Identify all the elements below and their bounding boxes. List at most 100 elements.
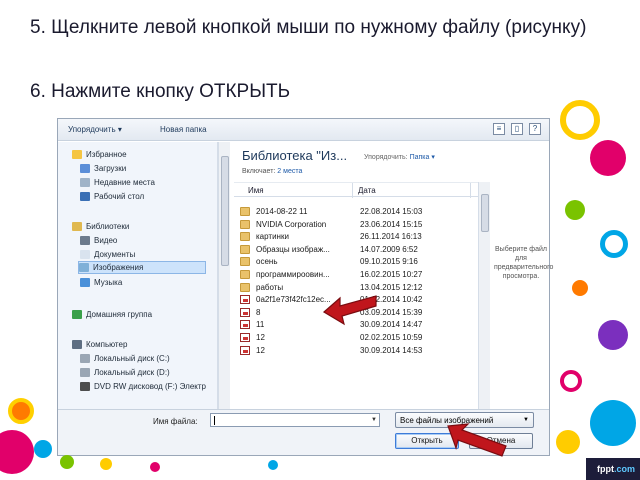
decorative-circle <box>598 320 628 350</box>
image-file-icon <box>240 320 250 330</box>
nav-computer[interactable]: Компьютер <box>72 338 127 351</box>
column-separator[interactable] <box>470 183 471 198</box>
image-file-icon <box>240 295 250 305</box>
column-date[interactable]: Дата <box>358 186 376 195</box>
decorative-circle <box>150 462 160 472</box>
star-icon <box>72 150 82 159</box>
folder-icon <box>240 282 250 292</box>
file-row[interactable]: Образцы изображ... 14.07.2009 6:52 <box>240 244 476 256</box>
view-options-icon[interactable]: ≡ <box>493 123 505 135</box>
decorative-circle <box>572 280 588 296</box>
file-name: NVIDIA Corporation <box>256 219 327 229</box>
pointer-arrow-open <box>447 423 507 457</box>
file-name: 2014-08-22 11 <box>256 207 308 216</box>
chevron-down-icon[interactable]: ▼ <box>371 417 377 423</box>
file-date: 23.06.2014 15:15 <box>360 219 423 229</box>
documents-icon <box>80 250 90 259</box>
column-name[interactable]: Имя <box>248 186 264 195</box>
nav-desktop[interactable]: Рабочий стол <box>80 190 144 203</box>
decorative-circle <box>0 430 34 474</box>
open-file-dialog: Упорядочить ▾ Новая папка ≡ ▯ ? Избранно… <box>57 118 554 456</box>
downloads-icon <box>80 164 90 173</box>
new-folder-button[interactable]: Новая папка <box>160 125 207 134</box>
column-header: Имя Дата <box>234 182 478 198</box>
video-icon <box>80 236 90 245</box>
image-file-icon <box>240 307 250 317</box>
nav-dvd[interactable]: DVD RW дисковод (F:) Электр <box>80 380 206 393</box>
folder-icon <box>240 257 250 267</box>
folder-icon <box>240 232 250 242</box>
filename-input[interactable]: ▼ <box>210 413 380 427</box>
brand-logo: fppt.com <box>597 464 636 474</box>
nav-favorites[interactable]: Избранное <box>72 148 127 161</box>
file-name: работы <box>256 282 284 292</box>
file-row[interactable]: осень 09.10.2015 9:16 <box>240 256 476 268</box>
nav-scrollbar[interactable] <box>218 142 230 409</box>
decorative-circle <box>60 455 74 469</box>
help-icon[interactable]: ? <box>529 123 541 135</box>
preview-message: Выберите файл для предварительного просм… <box>494 246 554 280</box>
nav-scrollbar-thumb[interactable] <box>221 156 229 266</box>
nav-video[interactable]: Видео <box>80 234 117 247</box>
decorative-circle <box>590 400 636 446</box>
instruction-step-5: 5. Щелкните левой кнопкой мыши по нужном… <box>30 17 587 38</box>
libraries-icon <box>72 222 82 231</box>
text-cursor <box>214 416 215 425</box>
nav-disk-d[interactable]: Локальный диск (D:) <box>80 366 170 379</box>
instruction-step-6: 6. Нажмите кнопку ОТКРЫТЬ <box>30 81 291 102</box>
decorative-circle <box>556 430 580 454</box>
file-row[interactable]: 12 02.02.2015 10:59 <box>240 332 476 344</box>
arrange-by-dropdown[interactable]: Папка ▾ <box>410 154 435 161</box>
file-row[interactable]: NVIDIA Corporation 23.06.2014 15:15 <box>240 219 476 231</box>
file-row[interactable]: картинки 26.11.2014 16:13 <box>240 231 476 243</box>
arrange-by: Упорядочить: Папка ▾ <box>364 154 435 161</box>
images-icon <box>79 263 89 272</box>
folder-icon <box>240 244 250 254</box>
pointer-arrow-file <box>322 295 377 326</box>
navigation-pane: Избранное Загрузки Недавние места Рабочи… <box>58 142 218 409</box>
nav-images[interactable]: Изображения <box>78 261 206 274</box>
nav-documents[interactable]: Документы <box>80 248 135 261</box>
file-date: 16.02.2015 10:27 <box>360 270 423 279</box>
decorative-circle <box>560 100 600 140</box>
nav-homegroup[interactable]: Домашняя группа <box>72 308 152 321</box>
file-name: Образцы изображ... <box>256 244 330 254</box>
folder-icon <box>240 270 250 279</box>
nav-recent[interactable]: Недавние места <box>80 176 155 189</box>
file-scrollbar-thumb[interactable] <box>481 194 489 232</box>
dvd-drive-icon <box>80 382 90 391</box>
preview-pane-icon[interactable]: ▯ <box>511 123 523 135</box>
file-date: 09.10.2015 9:16 <box>360 257 418 267</box>
file-date: 26.11.2014 16:13 <box>360 232 422 242</box>
decorative-circle <box>34 440 52 458</box>
organize-button[interactable]: Упорядочить ▾ <box>68 125 122 134</box>
decorative-circle <box>100 458 112 470</box>
arrow-shape <box>322 295 377 326</box>
file-row[interactable]: 12 30.09.2014 14:53 <box>240 345 476 357</box>
column-separator[interactable] <box>352 183 353 198</box>
dialog-toolbar: Упорядочить ▾ Новая папка ≡ ▯ ? <box>58 119 549 141</box>
file-row[interactable]: 2014-08-22 11 22.08.2014 15:03 <box>240 206 476 218</box>
file-date: 14.07.2009 6:52 <box>360 244 418 254</box>
chevron-down-icon: ▼ <box>523 417 529 423</box>
file-date: 30.09.2014 14:53 <box>360 345 423 355</box>
file-name: 12 <box>256 333 265 342</box>
decorative-circle <box>8 398 34 424</box>
decorative-circle <box>268 460 278 470</box>
image-file-icon <box>240 345 250 355</box>
folder-icon <box>240 207 250 216</box>
computer-icon <box>72 340 82 349</box>
file-name: осень <box>256 257 278 267</box>
decorative-circle <box>600 230 628 258</box>
nav-downloads[interactable]: Загрузки <box>80 162 126 175</box>
file-scrollbar[interactable] <box>478 182 490 409</box>
arrow-shape <box>447 423 507 457</box>
file-row[interactable]: программироовин... 16.02.2015 10:27 <box>240 269 476 281</box>
file-date: 22.08.2014 15:03 <box>360 207 423 216</box>
homegroup-icon <box>72 310 82 319</box>
nav-disk-c[interactable]: Локальный диск (C:) <box>80 352 170 365</box>
library-locations-link[interactable]: 2 места <box>277 168 302 175</box>
nav-libraries[interactable]: Библиотеки <box>72 220 129 233</box>
nav-music[interactable]: Музыка <box>80 276 122 289</box>
file-pane: Библиотека "Из... Упорядочить: Папка ▾ В… <box>234 142 490 409</box>
